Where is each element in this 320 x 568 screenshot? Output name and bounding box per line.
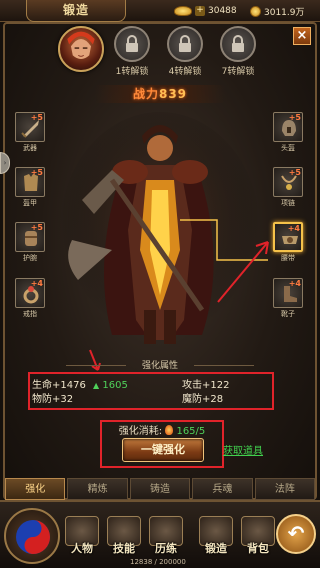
locked-slot-1[interactable]: 1转解锁: [112, 26, 152, 77]
equip-slot-boots[interactable]: +4 靴子: [273, 278, 303, 319]
combat-power: 战力839: [95, 85, 225, 103]
lock-label: 4转解锁: [168, 67, 202, 77]
slot-level: +4: [288, 279, 301, 288]
lock-icon: [220, 26, 256, 62]
slot-level: +4: [287, 224, 300, 233]
attr-hp-gain-value: 1605: [102, 380, 128, 391]
add-ingot-button[interactable]: +: [195, 6, 205, 16]
combat-power-label: 战力: [132, 87, 159, 101]
forge-cost-panel: 强化消耗: 165/5 一键强化: [100, 420, 224, 468]
attr-hp-gain: ▲ 1605: [93, 380, 128, 391]
nav-forge[interactable]: 锻造: [196, 516, 236, 556]
tab-weapon-soul[interactable]: 兵魂: [192, 478, 253, 500]
equip-slot-necklace[interactable]: +5 项链: [273, 167, 303, 208]
equip-slot-helmet[interactable]: +5 头盔: [273, 112, 303, 153]
hero-figure: [60, 112, 268, 348]
nav-label: 锻造: [205, 542, 227, 555]
equip-slot-armor[interactable]: +5 盔甲: [15, 167, 45, 208]
get-items-link[interactable]: 获取道具: [223, 442, 263, 457]
nav-label: 技能: [113, 542, 135, 555]
slot-level: +5: [288, 113, 301, 122]
slot-name: 头盔: [281, 144, 295, 152]
equip-slot-ring[interactable]: +4 戒指: [15, 278, 45, 319]
slot-name: 武器: [23, 144, 37, 152]
attr-pdef: 物防+32: [32, 394, 74, 405]
slot-level: +5: [30, 113, 43, 122]
forge-cost-value: 165/5: [176, 426, 206, 437]
equip-slot-bracer[interactable]: +5 护腕: [15, 222, 45, 263]
nav-character[interactable]: 人物: [62, 516, 102, 556]
arrow-up-icon: ▲: [93, 381, 100, 390]
lock-icon: [167, 26, 203, 62]
nav-label: 人物: [71, 542, 93, 555]
exp-progress-text: 12838 / 200000: [130, 558, 186, 566]
hero-face-icon: [67, 31, 95, 60]
one-click-forge-button[interactable]: 一键强化: [122, 438, 204, 462]
slot-name: 护腕: [23, 254, 37, 262]
attr-attack: 攻击+122: [182, 380, 230, 391]
attr-hp: 生命+1476 ▲ 1605: [32, 376, 128, 391]
annotation-arrow-icon: [217, 241, 269, 303]
lock-label: 1转解锁: [115, 67, 149, 77]
slot-name: 靴子: [281, 310, 295, 318]
close-button[interactable]: ×: [293, 27, 311, 45]
locked-slot-2[interactable]: 4转解锁: [165, 26, 205, 77]
slot-name: 盔甲: [23, 199, 37, 207]
locked-slot-3[interactable]: 7转解锁: [218, 26, 258, 77]
equip-slot-belt[interactable]: +4 腰带: [273, 222, 303, 263]
ingot-currency: + 30488: [174, 4, 237, 18]
forge-sub-tabs: 强化 精炼 铸造 兵魂 法阵: [3, 478, 317, 500]
ingot-icon: [174, 6, 192, 16]
gold-coin-icon: [250, 5, 261, 17]
equip-slot-weapon[interactable]: +5 武器: [15, 112, 45, 153]
top-bar: 锻造 + 30488 3011.9万: [0, 0, 320, 22]
tab-cast[interactable]: 铸造: [129, 478, 191, 500]
attributes-panel: 生命+1476 ▲ 1605 物防+32 攻击+122 魔防+28: [28, 372, 274, 410]
page-title: 锻造: [26, 0, 126, 22]
slot-name: 腰带: [281, 254, 295, 262]
attr-mdef: 魔防+28: [182, 394, 224, 405]
yin-yang-icon: [16, 520, 50, 554]
tab-formation[interactable]: 法阵: [254, 478, 316, 500]
nav-label: 历练: [155, 542, 177, 555]
nav-training[interactable]: 历练: [146, 516, 186, 556]
combat-power-value: 839: [158, 87, 188, 101]
nav-label: 背包: [247, 542, 269, 555]
slot-name: 项链: [281, 199, 295, 207]
nav-skills[interactable]: 技能: [104, 516, 144, 556]
gold-currency: 3011.9万: [250, 4, 305, 18]
attributes-title: 强化属性: [60, 358, 260, 372]
lock-label: 7转解锁: [221, 67, 255, 77]
slot-level: +5: [30, 168, 43, 177]
forge-cost: 强化消耗: 165/5: [102, 422, 222, 437]
lock-icon: [114, 26, 150, 62]
nav-bag[interactable]: 背包: [238, 516, 278, 556]
gold-value: 3011.9万: [264, 7, 305, 18]
slot-level: +5: [288, 168, 301, 177]
character-portrait[interactable]: [58, 26, 104, 72]
tab-refine[interactable]: 精炼: [67, 478, 128, 500]
ingot-value: 30488: [208, 6, 237, 16]
back-button[interactable]: ↶: [276, 514, 316, 554]
slot-name: 戒指: [23, 310, 37, 318]
tab-strengthen[interactable]: 强化: [5, 478, 66, 500]
main-menu-button[interactable]: [4, 508, 60, 564]
forge-cost-label: 强化消耗:: [118, 426, 163, 437]
fire-stone-icon: [165, 425, 174, 435]
slot-level: +5: [30, 223, 43, 232]
slot-level: +4: [30, 279, 43, 288]
